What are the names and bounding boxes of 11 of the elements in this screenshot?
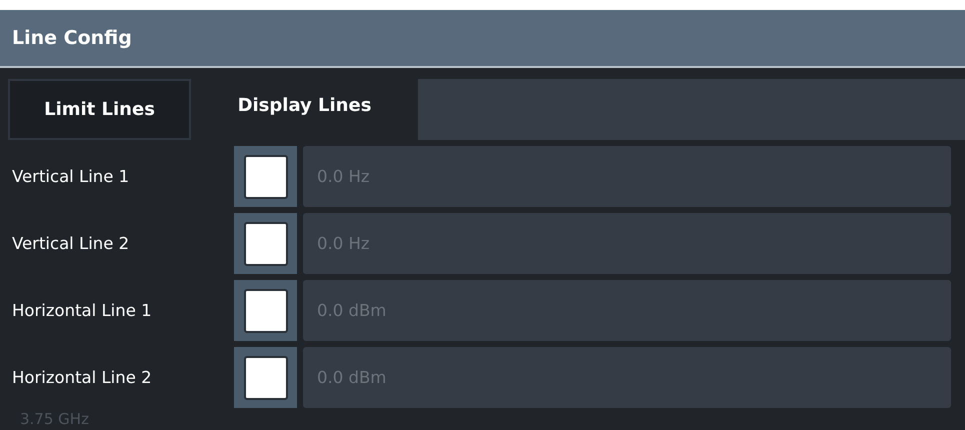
checkbox[interactable] bbox=[234, 213, 297, 274]
line-label: Vertical Line 1 bbox=[11, 167, 130, 186]
line-label: Vertical Line 2 bbox=[11, 234, 130, 253]
checkbox[interactable] bbox=[234, 347, 297, 408]
line-label: Horizontal Line 2 bbox=[11, 368, 153, 387]
tab[interactable]: Display Lines bbox=[191, 79, 418, 140]
checkbox[interactable] bbox=[234, 280, 297, 341]
dialog-title: Line Config bbox=[12, 27, 132, 49]
checkbox[interactable] bbox=[234, 146, 297, 207]
line-label: Horizontal Line 1 bbox=[11, 301, 153, 320]
tab[interactable]: Limit Lines bbox=[8, 79, 191, 140]
